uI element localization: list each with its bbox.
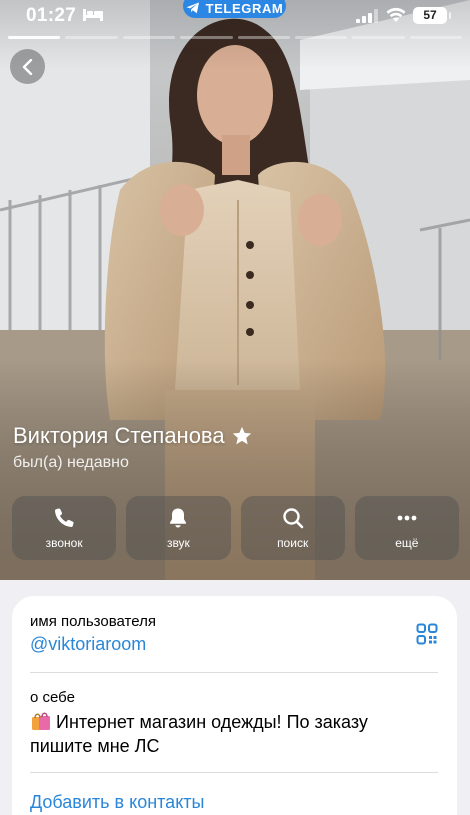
search-button[interactable]: поиск <box>240 496 345 560</box>
profile-name-row: Виктория Степанова <box>13 423 253 449</box>
wifi-icon <box>386 7 406 22</box>
sleep-bed-icon <box>83 9 103 21</box>
search-icon <box>282 508 303 529</box>
username-link[interactable]: @viktoriaroom <box>30 634 146 655</box>
shopping-bags-icon <box>32 712 50 730</box>
photo-page-indicator <box>8 36 462 39</box>
sound-button-label: звук <box>166 536 190 550</box>
profile-screen: 01:27 57 TELEGRAM Виктория Степанова был… <box>0 0 470 815</box>
phone-icon <box>55 508 74 528</box>
qr-code-icon[interactable] <box>416 623 438 645</box>
photo-indicator-segment <box>294 36 348 39</box>
photo-indicator-segment <box>8 36 61 39</box>
call-button-label: звонок <box>45 536 83 550</box>
telegram-plane-icon <box>186 2 199 14</box>
telegram-pill-label: TELEGRAM <box>205 0 284 16</box>
photo-indicator-segment <box>237 36 290 39</box>
more-button[interactable]: ещё <box>354 496 459 560</box>
profile-name: Виктория Степанова <box>13 423 225 448</box>
divider <box>30 672 438 673</box>
bio-text-block: Интернет магазин одежды! По заказу пишит… <box>30 710 430 758</box>
bio-text: Интернет магазин одежды! По заказу пишит… <box>30 712 368 756</box>
more-icon <box>397 515 417 521</box>
photo-indicator-segment <box>65 36 118 39</box>
photo-indicator-segment <box>180 36 233 39</box>
status-time: 01:27 <box>26 5 77 26</box>
chevron-left-icon <box>22 58 32 75</box>
profile-photo[interactable] <box>0 0 470 580</box>
star-icon[interactable] <box>231 425 253 447</box>
profile-photo-image <box>0 0 470 580</box>
telegram-pill[interactable]: TELEGRAM <box>183 0 286 18</box>
username-label: имя пользователя <box>30 613 156 630</box>
photo-indicator-segment <box>352 36 405 39</box>
divider <box>30 772 438 773</box>
search-button-label: поиск <box>277 536 309 550</box>
profile-info-card: имя пользователя @viktoriaroom о себе Ин… <box>12 596 457 815</box>
more-button-label: ещё <box>395 536 419 550</box>
cellular-signal-icon <box>356 9 378 23</box>
call-button[interactable]: звонок <box>12 496 117 560</box>
add-to-contacts-button[interactable]: Добавить в контакты <box>30 792 204 813</box>
bell-icon <box>170 508 187 528</box>
bio-label: о себе <box>30 689 75 706</box>
back-button[interactable] <box>10 49 45 84</box>
battery-indicator: 57 <box>413 7 451 24</box>
action-buttons-row: звонок звук поиск ещё <box>12 496 459 560</box>
last-seen-status: был(а) недавно <box>13 454 129 471</box>
sound-button[interactable]: звук <box>126 496 231 560</box>
photo-indicator-segment <box>122 36 176 39</box>
photo-indicator-segment <box>409 36 462 39</box>
